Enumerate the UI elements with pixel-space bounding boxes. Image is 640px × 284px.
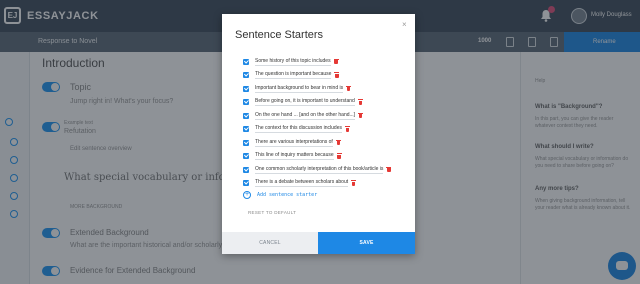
starter-row: There are various interpretations of	[243, 137, 341, 148]
trash-icon[interactable]	[333, 58, 339, 65]
trash-icon[interactable]	[345, 126, 350, 132]
trash-icon[interactable]	[351, 180, 357, 186]
save-button[interactable]: SAVE	[318, 232, 415, 254]
starter-input[interactable]: The question is important because	[255, 71, 332, 79]
add-starter-label: Add sentence starter	[257, 192, 318, 198]
starter-row: The question is important because	[243, 70, 340, 81]
starter-row: One common scholarly interpretation of t…	[243, 164, 392, 175]
trash-icon[interactable]	[386, 166, 392, 173]
close-icon[interactable]: ×	[402, 20, 407, 29]
checkbox-icon[interactable]	[243, 166, 249, 173]
checkbox-icon[interactable]	[243, 99, 249, 105]
trash-icon[interactable]	[335, 139, 341, 146]
checkbox-icon[interactable]	[243, 72, 249, 78]
cancel-button[interactable]: CANCEL	[222, 232, 318, 254]
trash-icon[interactable]	[358, 112, 364, 119]
starter-input[interactable]: Important background to bear in mind is	[255, 85, 344, 93]
starter-row: Before going on, it is important to unde…	[243, 97, 363, 108]
starter-row: On the one hand ... [and on the other ha…	[243, 110, 364, 121]
starter-input[interactable]: Some history of this topic includes	[255, 58, 331, 66]
checkbox-icon[interactable]	[243, 112, 249, 119]
add-starter-button[interactable]: + Add sentence starter	[243, 191, 317, 199]
trash-icon[interactable]	[336, 153, 342, 159]
starter-row: This line of inquiry matters because	[243, 151, 342, 162]
starter-input[interactable]: One common scholarly interpretation of t…	[255, 166, 384, 174]
add-icon: +	[243, 191, 251, 199]
sentence-starters-dialog: × Sentence Starters Some history of this…	[222, 14, 415, 254]
dialog-title: Sentence Starters	[235, 29, 324, 41]
starter-input[interactable]: Before going on, it is important to unde…	[255, 98, 355, 106]
starter-row: Some history of this topic includes	[243, 56, 339, 67]
starter-input[interactable]: The context for this discussion includes	[255, 125, 342, 133]
checkbox-icon[interactable]	[243, 139, 249, 146]
reset-to-default-button[interactable]: RESET TO DEFAULT	[248, 210, 296, 215]
starter-row: The context for this discussion includes	[243, 124, 350, 135]
starter-row: Important background to bear in mind is	[243, 83, 352, 94]
checkbox-icon[interactable]	[243, 153, 249, 159]
trash-icon[interactable]	[346, 85, 352, 92]
checkbox-icon[interactable]	[243, 85, 249, 92]
trash-icon[interactable]	[334, 72, 340, 78]
starter-input[interactable]: There is a debate between scholars about	[255, 179, 349, 187]
checkbox-icon[interactable]	[243, 58, 249, 65]
starter-row: There is a debate between scholars about	[243, 178, 357, 189]
starter-input[interactable]: There are various interpretations of	[255, 139, 333, 147]
starter-input[interactable]: On the one hand ... [and on the other ha…	[255, 112, 356, 120]
checkbox-icon[interactable]	[243, 126, 249, 132]
trash-icon[interactable]	[357, 99, 363, 105]
checkbox-icon[interactable]	[243, 180, 249, 186]
starter-input[interactable]: This line of inquiry matters because	[255, 152, 334, 160]
